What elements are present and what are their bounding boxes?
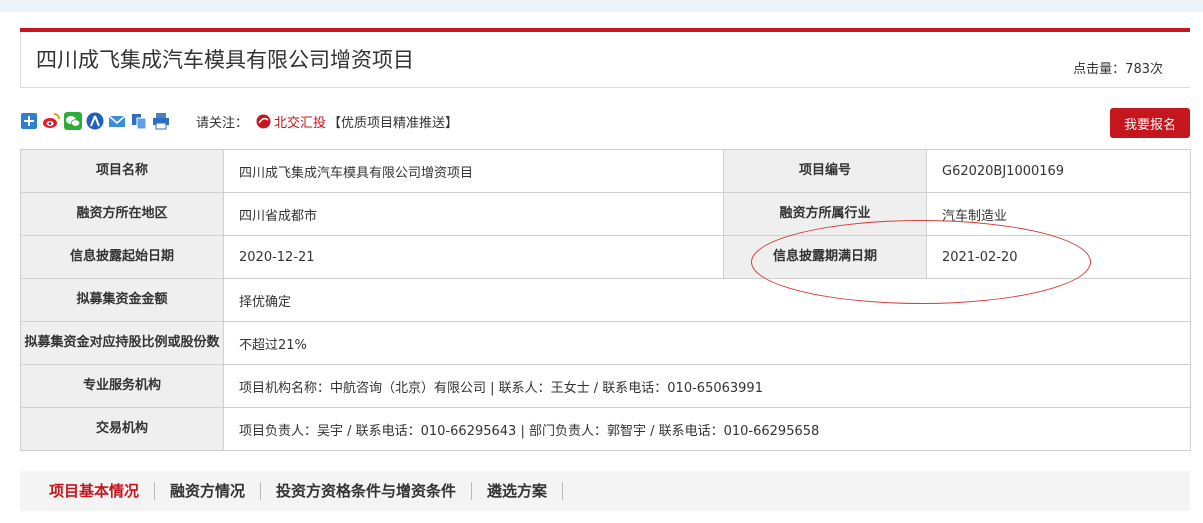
mail-icon[interactable] (108, 112, 126, 130)
share-toolbar (20, 112, 170, 130)
disclosure-end-label: 信息披露期满日期 (723, 235, 927, 279)
section-tabs: 项目基本情况 融资方情况 投资方资格条件与增资条件 遴选方案 (20, 471, 1190, 511)
amount-label: 拟募集资金金额 (20, 278, 224, 322)
amount-value: 择优确定 (223, 278, 1191, 322)
title-left-border (20, 32, 21, 88)
exchange-agency-value: 项目负责人：吴宇 / 联系电话：010-66295643 | 部门负责人：郭智宇… (223, 407, 1191, 451)
enroll-button[interactable]: 我要报名 (1110, 108, 1190, 138)
project-name-value: 四川成飞集成汽车模具有限公司增资项目 (223, 149, 724, 193)
disclosure-start-label: 信息披露起始日期 (20, 235, 224, 279)
industry-label: 融资方所属行业 (723, 192, 927, 236)
disclosure-start-value: 2020-12-21 (223, 235, 724, 279)
table-row: 融资方所在地区 四川省成都市 融资方所属行业 汽车制造业 (20, 192, 1191, 236)
table-row: 信息披露起始日期 2020-12-21 信息披露期满日期 2021-02-20 (20, 235, 1191, 279)
title-divider (20, 87, 1190, 88)
disclosure-end-value: 2021-02-20 (926, 235, 1191, 279)
renren-icon[interactable] (86, 112, 104, 130)
project-name-label: 项目名称 (20, 149, 224, 193)
follow-bar: 请关注： 北交汇投 【优质项目精准推送】 (196, 112, 458, 131)
tab-investor-conditions[interactable]: 投资方资格条件与增资条件 (261, 482, 473, 500)
follow-label: 请关注： (196, 116, 249, 131)
industry-value: 汽车制造业 (926, 192, 1191, 236)
brand-logo-icon (256, 114, 271, 129)
brand-name: 北交汇投 (274, 116, 327, 131)
tab-selection-plan[interactable]: 遴选方案 (472, 482, 564, 500)
table-row: 项目名称 四川成飞集成汽车模具有限公司增资项目 项目编号 G62020BJ100… (20, 149, 1191, 193)
project-no-value: G62020BJ1000169 (926, 149, 1191, 193)
service-agency-value: 项目机构名称：中航咨询（北京）有限公司 | 联系人：王女士 / 联系电话：010… (223, 364, 1191, 408)
table-row: 拟募集资金金额 择优确定 (20, 278, 1191, 322)
region-label: 融资方所在地区 (20, 192, 224, 236)
table-row: 交易机构 项目负责人：吴宇 / 联系电话：010-66295643 | 部门负责… (20, 407, 1191, 451)
page-title: 四川成飞集成汽车模具有限公司增资项目 (36, 48, 414, 72)
copy-icon[interactable] (130, 112, 148, 130)
tab-basic-info[interactable]: 项目基本情况 (34, 482, 156, 500)
brand-link[interactable]: 北交汇投 (256, 112, 326, 131)
region-value: 四川省成都市 (223, 192, 724, 236)
top-strip (0, 0, 1203, 12)
table-row: 拟募集资金对应持股比例或股份数 不超过21% (20, 321, 1191, 365)
view-count: 点击量：783次 (1073, 62, 1163, 77)
weibo-icon[interactable] (42, 112, 60, 130)
service-agency-label: 专业服务机构 (20, 364, 224, 408)
exchange-agency-label: 交易机构 (20, 407, 224, 451)
follow-tag: 【优质项目精准推送】 (328, 116, 459, 131)
project-info-table: 项目名称 四川成飞集成汽车模具有限公司增资项目 项目编号 G62020BJ100… (20, 149, 1191, 451)
print-icon[interactable] (152, 112, 170, 130)
ratio-value: 不超过21% (223, 321, 1191, 365)
wechat-icon[interactable] (64, 112, 82, 130)
share-plus-icon[interactable] (20, 112, 38, 130)
ratio-label: 拟募集资金对应持股比例或股份数 (20, 321, 224, 365)
table-row: 专业服务机构 项目机构名称：中航咨询（北京）有限公司 | 联系人：王女士 / 联… (20, 364, 1191, 408)
title-accent-line (20, 28, 1190, 32)
project-no-label: 项目编号 (723, 149, 927, 193)
tab-financier-info[interactable]: 融资方情况 (155, 482, 262, 500)
